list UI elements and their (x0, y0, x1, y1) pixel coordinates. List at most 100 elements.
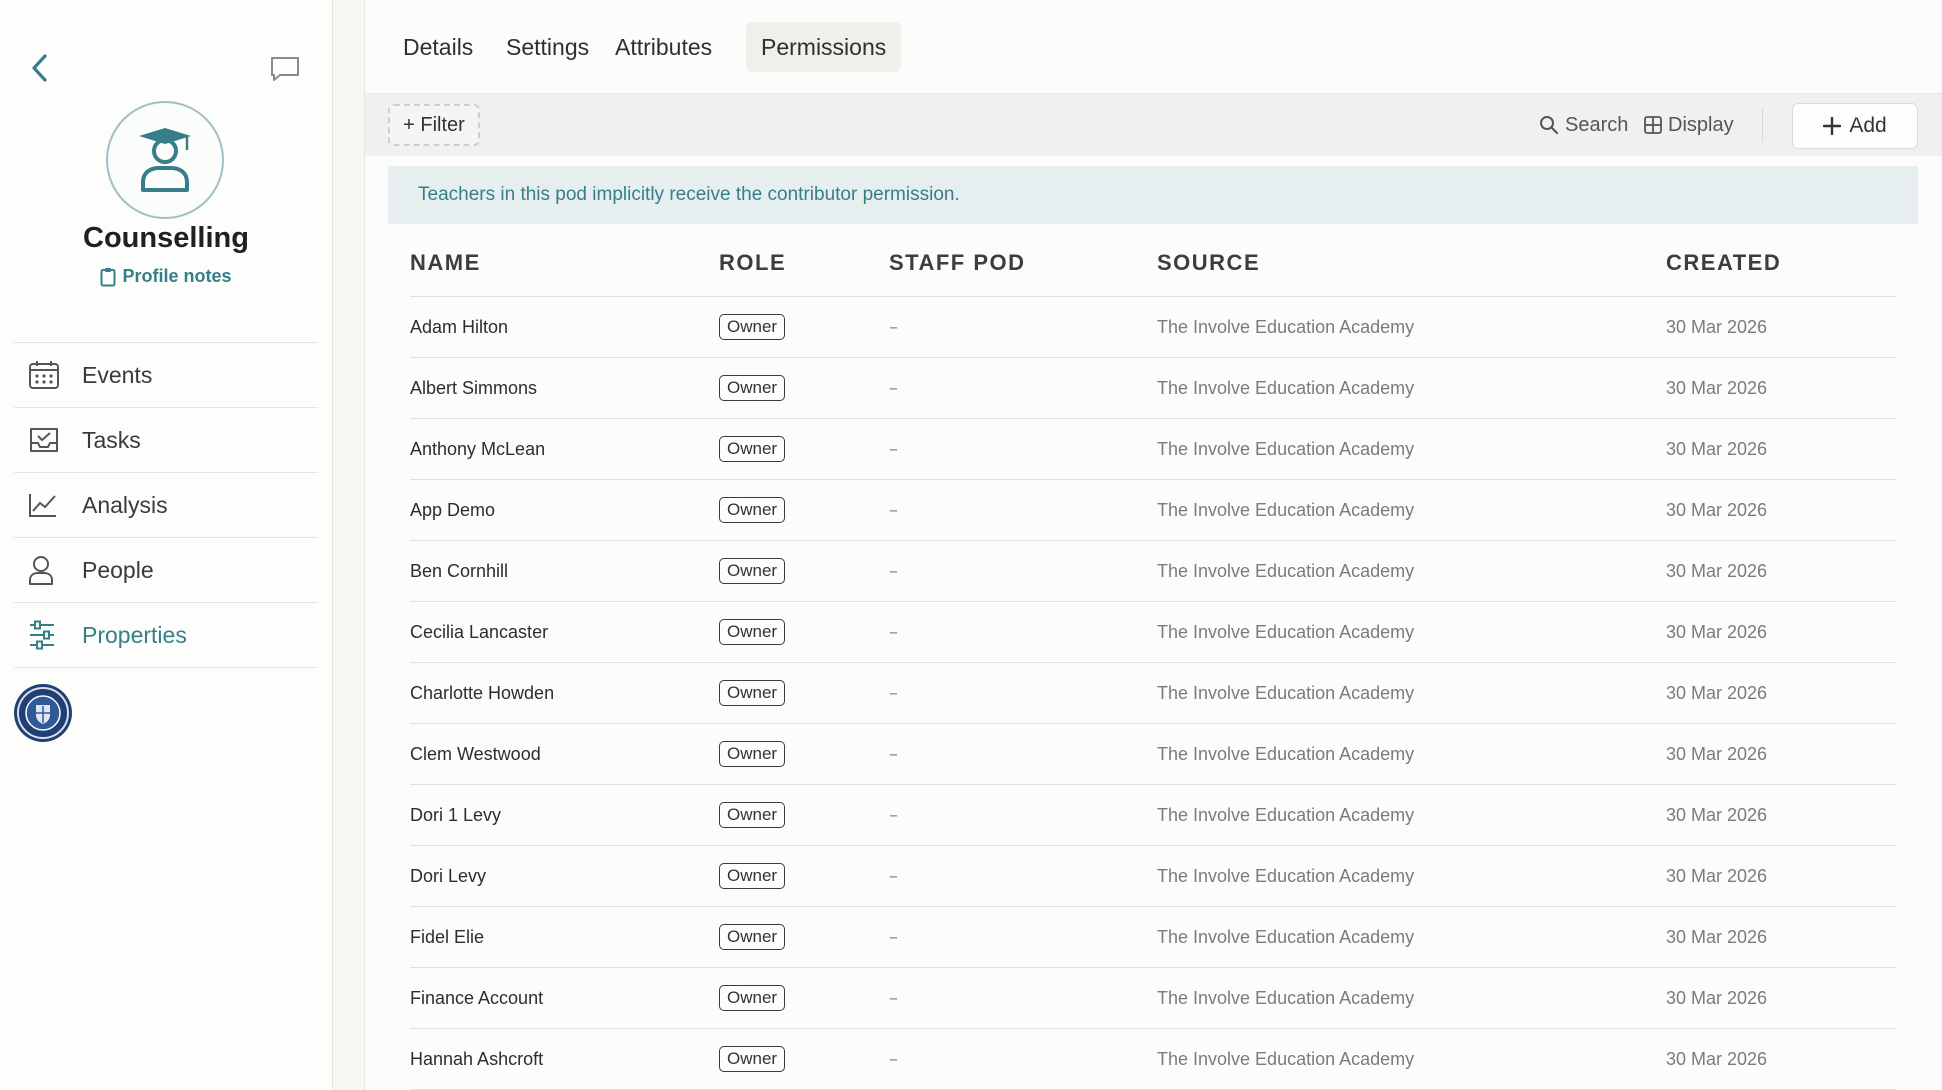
role-badge: Owner (719, 1046, 786, 1072)
column-header-staff-pod[interactable]: STAFF POD (889, 250, 1157, 276)
filter-button[interactable]: + Filter (388, 104, 480, 146)
cell-source: The Involve Education Academy (1157, 1048, 1415, 1069)
sidebar-item-label: People (82, 556, 154, 583)
column-header-role[interactable]: ROLE (719, 250, 889, 276)
cell-staff-pod: – (889, 682, 898, 704)
role-badge: Owner (719, 375, 786, 401)
cell-source: The Involve Education Academy (1157, 926, 1415, 947)
cell-name: Anthony McLean (410, 438, 546, 459)
table-row[interactable]: Dori Levy Owner – The Involve Education Aca… (410, 846, 1896, 907)
cell-created: 30 Mar 2026 (1666, 560, 1768, 581)
column-header-name[interactable]: NAME (410, 250, 719, 276)
cell-staff-pod: – (889, 865, 898, 887)
cell-created: 30 Mar 2026 (1666, 804, 1768, 825)
clipboard-icon (100, 267, 116, 286)
cell-created: 30 Mar 2026 (1666, 926, 1768, 947)
sidebar-item-events[interactable]: Events (14, 343, 318, 408)
table-body: Adam Hilton Owner – The Involve Education A… (410, 297, 1896, 1090)
search-icon (1540, 116, 1559, 135)
cell-staff-pod: – (889, 316, 898, 338)
table-row[interactable]: Fidel Elie Owner – The Involve Education Ac… (410, 907, 1896, 968)
search-button[interactable]: Search (1539, 104, 1628, 146)
table-row[interactable]: Cecilia Lancaster Owner – The Involve Educa… (410, 602, 1896, 663)
sidebar-item-label: Analysis (82, 491, 168, 518)
cell-source: The Involve Education Academy (1157, 804, 1415, 825)
table-row[interactable]: Dori 1 Levy Owner – The Involve Education A… (410, 785, 1896, 846)
role-badge: Owner (719, 985, 786, 1011)
graduate-student-icon (139, 128, 191, 192)
add-button[interactable]: Add (1792, 103, 1918, 149)
table-row[interactable]: Ben Cornhill Owner – The Involve Education … (410, 541, 1896, 602)
display-button[interactable]: Display (1644, 104, 1734, 146)
table-row[interactable]: App Demo Owner – The Involve Education Acad… (410, 480, 1896, 541)
cell-source: The Involve Education Academy (1157, 865, 1415, 886)
cell-created: 30 Mar 2026 (1666, 499, 1768, 520)
role-badge: Owner (719, 741, 786, 767)
sidebar-item-tasks[interactable]: Tasks (14, 408, 318, 473)
permissions-table: NAME ROLE STAFF POD SOURCE CREATED Adam … (410, 230, 1896, 1090)
add-label: Add (1849, 114, 1887, 137)
table-row[interactable]: Adam Hilton Owner – The Involve Education A… (410, 297, 1896, 358)
cell-name: Albert Simmons (410, 377, 538, 398)
cell-name: Ben Cornhill (410, 560, 509, 581)
sidebar-nav: Events Tasks Analysis People Properties (14, 342, 318, 668)
table-row[interactable]: Albert Simmons Owner – The Involve Educatio… (410, 358, 1896, 419)
cell-created: 30 Mar 2026 (1666, 865, 1768, 886)
cell-name: Hannah Ashcroft (410, 1048, 544, 1069)
role-badge: Owner (719, 436, 786, 462)
sidebar-item-properties[interactable]: Properties (14, 603, 318, 668)
cell-name: Cecilia Lancaster (410, 621, 549, 642)
tab-attributes[interactable]: Attributes (600, 22, 727, 72)
table-row[interactable]: Charlotte Howden Owner – The Involve Educat… (410, 663, 1896, 724)
cell-role: Owner (719, 1046, 889, 1072)
tab-settings[interactable]: Settings (491, 22, 604, 72)
table-row[interactable]: Clem Westwood Owner – The Involve Education… (410, 724, 1896, 785)
search-label: Search (1565, 113, 1629, 136)
back-button[interactable] (24, 52, 56, 84)
cell-name: Dori Levy (410, 865, 487, 886)
sidebar-item-analysis[interactable]: Analysis (14, 473, 318, 538)
column-header-source[interactable]: SOURCE (1157, 250, 1666, 276)
role-badge: Owner (719, 558, 786, 584)
cell-staff-pod: – (889, 1048, 898, 1070)
table-row[interactable]: Hannah Ashcroft Owner – The Involve Educati… (410, 1029, 1896, 1090)
column-header-created[interactable]: CREATED (1666, 250, 1896, 276)
cell-role: Owner (719, 497, 889, 523)
sidebar-item-label: Tasks (82, 426, 141, 453)
profile-notes-link[interactable]: Profile notes (0, 266, 332, 287)
tab-bar: Details Settings Attributes Permissions (365, 0, 1942, 94)
role-badge: Owner (719, 497, 786, 523)
grid-icon (1644, 116, 1662, 134)
school-crest-icon (17, 687, 69, 739)
role-badge: Owner (719, 924, 786, 950)
cell-name: Finance Account (410, 987, 544, 1008)
school-logo (14, 684, 72, 742)
cell-staff-pod: – (889, 804, 898, 826)
cell-role: Owner (719, 558, 889, 584)
cell-name: App Demo (410, 499, 496, 520)
cell-staff-pod: – (889, 499, 898, 521)
tab-details[interactable]: Details (388, 22, 488, 72)
cell-created: 30 Mar 2026 (1666, 743, 1768, 764)
cell-source: The Involve Education Academy (1157, 560, 1415, 581)
tab-permissions[interactable]: Permissions (746, 22, 902, 72)
cell-name: Dori 1 Levy (410, 804, 502, 825)
role-badge: Owner (719, 619, 786, 645)
cell-role: Owner (719, 680, 889, 706)
table-row[interactable]: Anthony McLean Owner – The Involve Educatio… (410, 419, 1896, 480)
cell-role: Owner (719, 802, 889, 828)
sidebar-item-people[interactable]: People (14, 538, 318, 603)
sliders-icon (28, 620, 66, 650)
cell-staff-pod: – (889, 621, 898, 643)
cell-role: Owner (719, 985, 889, 1011)
table-row[interactable]: Finance Account Owner – The Involve Educati… (410, 968, 1896, 1029)
cell-name: Fidel Elie (410, 926, 485, 947)
comments-button[interactable] (268, 54, 302, 84)
role-badge: Owner (719, 863, 786, 889)
cell-created: 30 Mar 2026 (1666, 621, 1768, 642)
role-badge: Owner (719, 680, 786, 706)
cell-staff-pod: – (889, 743, 898, 765)
cell-staff-pod: – (889, 926, 898, 948)
cell-role: Owner (719, 924, 889, 950)
cell-created: 30 Mar 2026 (1666, 1048, 1768, 1069)
